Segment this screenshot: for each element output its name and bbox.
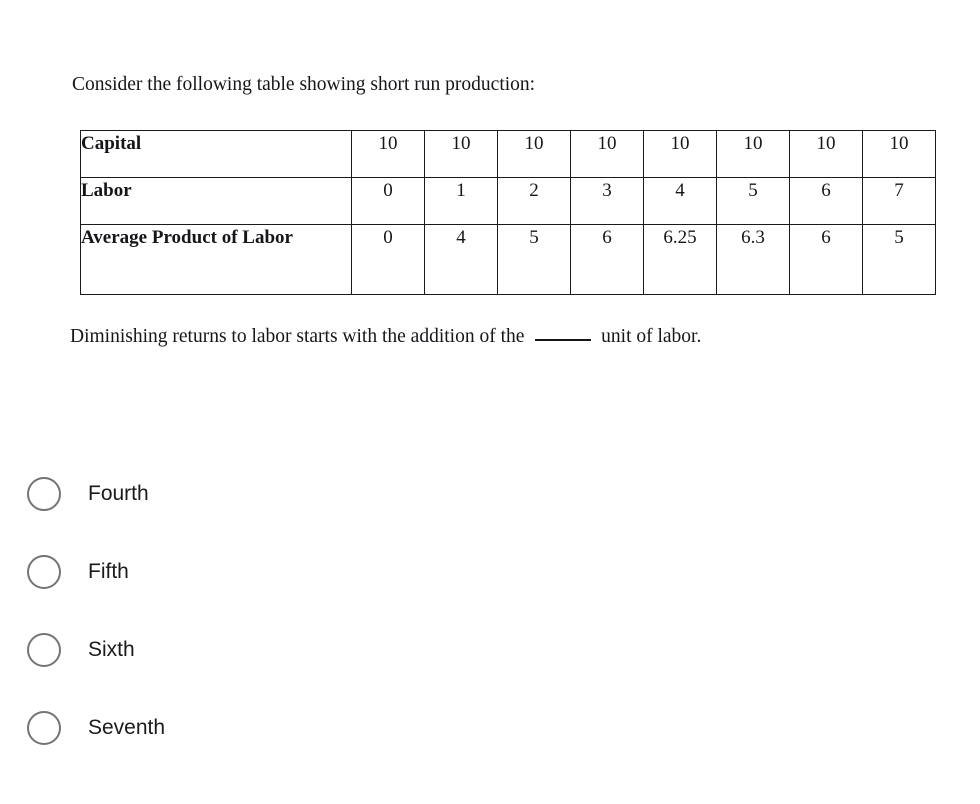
prompt-text-before-blank: Diminishing returns to labor starts with…: [70, 326, 525, 347]
cell-capital-2: 10: [497, 130, 571, 178]
answer-choice-label: Seventh: [88, 716, 166, 739]
answer-choice-fourth[interactable]: Fourth: [0, 477, 980, 555]
table-row: Average Product of Labor 0 4 5 6 6.25 6.…: [80, 224, 936, 295]
cell-labor-5: 5: [716, 177, 790, 225]
answer-choice-seventh[interactable]: Seventh: [0, 711, 980, 789]
cell-capital-0: 10: [351, 130, 425, 178]
cell-apl-5: 6.3: [716, 224, 790, 295]
radio-button-icon[interactable]: [27, 711, 61, 745]
radio-button-icon[interactable]: [27, 633, 61, 667]
cell-apl-0: 0: [351, 224, 425, 295]
cell-labor-1: 1: [424, 177, 498, 225]
row-header-average-product-of-labor: Average Product of Labor: [80, 224, 352, 295]
production-table-container: Capital 10 10 10 10 10 10 10 10 Labor 0 …: [80, 130, 936, 295]
row-header-labor: Labor: [80, 177, 352, 225]
cell-labor-7: 7: [862, 177, 936, 225]
cell-labor-6: 6: [789, 177, 863, 225]
cell-labor-4: 4: [643, 177, 717, 225]
cell-capital-3: 10: [570, 130, 644, 178]
cell-capital-7: 10: [862, 130, 936, 178]
fill-in-the-blank-prompt: Diminishing returns to labor starts with…: [70, 324, 701, 350]
production-table: Capital 10 10 10 10 10 10 10 10 Labor 0 …: [80, 130, 936, 295]
row-header-capital: Capital: [80, 130, 352, 178]
answer-choice-sixth[interactable]: Sixth: [0, 633, 980, 711]
cell-capital-4: 10: [643, 130, 717, 178]
cell-apl-4: 6.25: [643, 224, 717, 295]
cell-labor-2: 2: [497, 177, 571, 225]
cell-apl-1: 4: [424, 224, 498, 295]
cell-labor-3: 3: [570, 177, 644, 225]
cell-apl-2: 5: [497, 224, 571, 295]
cell-labor-0: 0: [351, 177, 425, 225]
prompt-text-after-blank: unit of labor.: [601, 326, 702, 347]
answer-choice-label: Sixth: [88, 638, 135, 661]
cell-capital-6: 10: [789, 130, 863, 178]
radio-button-icon[interactable]: [27, 555, 61, 589]
answer-choice-label: Fourth: [88, 482, 149, 505]
table-row: Capital 10 10 10 10 10 10 10 10: [80, 130, 936, 178]
answer-choice-list: Fourth Fifth Sixth Seventh: [0, 477, 980, 789]
cell-apl-3: 6: [570, 224, 644, 295]
cell-capital-1: 10: [424, 130, 498, 178]
cell-apl-7: 5: [862, 224, 936, 295]
table-row: Labor 0 1 2 3 4 5 6 7: [80, 177, 936, 225]
radio-button-icon[interactable]: [27, 477, 61, 511]
answer-choice-label: Fifth: [88, 560, 129, 583]
answer-blank: [535, 339, 592, 341]
question-stem: Consider the following table showing sho…: [72, 74, 536, 95]
cell-apl-6: 6: [789, 224, 863, 295]
cell-capital-5: 10: [716, 130, 790, 178]
answer-choice-fifth[interactable]: Fifth: [0, 555, 980, 633]
